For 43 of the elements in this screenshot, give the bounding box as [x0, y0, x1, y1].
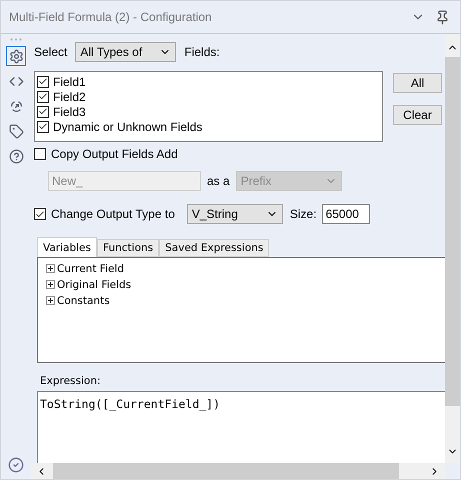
select-label: Select — [34, 45, 68, 59]
expand-icon[interactable] — [46, 280, 55, 289]
settings-icon — [8, 48, 24, 64]
field-name: Field3 — [53, 104, 86, 118]
checkbox[interactable] — [37, 90, 49, 102]
list-button[interactable]: All — [393, 73, 442, 93]
tag-icon — [8, 124, 24, 138]
expand-icon[interactable] — [46, 296, 55, 305]
tab[interactable]: Variables — [37, 237, 97, 258]
expression-label: Expression: — [39, 374, 102, 389]
as-label: as a — [207, 174, 230, 188]
checkbox[interactable] — [37, 106, 49, 118]
expand-icon[interactable] — [46, 264, 55, 273]
type-dropdown[interactable]: All Types of — [75, 42, 176, 62]
output-type-dropdown[interactable]: V_String — [186, 204, 283, 224]
tree-item[interactable]: Original Fields — [57, 278, 132, 290]
help-icon — [8, 148, 24, 164]
fields-label: Fields: — [184, 45, 220, 59]
pin-icon[interactable] — [435, 10, 450, 24]
expression-field[interactable]: ToString([_CurrentField_]) — [37, 391, 445, 463]
checkbox[interactable] — [37, 76, 49, 88]
copy-output-label: Copy Output Fields Add — [51, 147, 178, 161]
tab[interactable]: Saved Expressions — [159, 239, 270, 257]
more-icon — [10, 38, 22, 41]
checkbox[interactable] — [34, 208, 46, 220]
tab[interactable]: Functions — [96, 239, 160, 257]
field-name: Dynamic or Unknown Fields — [53, 120, 202, 134]
arrow-circle-icon — [8, 98, 24, 114]
change-type-label: Change Output Type to — [51, 207, 175, 221]
field-name: Field1 — [53, 74, 86, 88]
field-name: Field2 — [53, 90, 86, 104]
horizontal-scrollbar[interactable] — [31, 463, 445, 479]
size-label: Size: — [290, 207, 317, 221]
tree-item[interactable]: Current Field — [57, 262, 124, 274]
check-circle-icon — [8, 457, 24, 473]
sidebar-tab[interactable] — [6, 46, 26, 66]
size-input[interactable]: 65000 — [322, 204, 370, 224]
checkbox[interactable] — [34, 148, 46, 160]
window-title: Multi-Field Formula (2) - Configuration — [9, 10, 213, 24]
tree-item[interactable]: Constants — [57, 294, 110, 306]
vertical-scrollbar[interactable] — [445, 34, 460, 463]
list-button[interactable]: Clear — [393, 105, 442, 125]
checkbox[interactable] — [37, 120, 49, 132]
